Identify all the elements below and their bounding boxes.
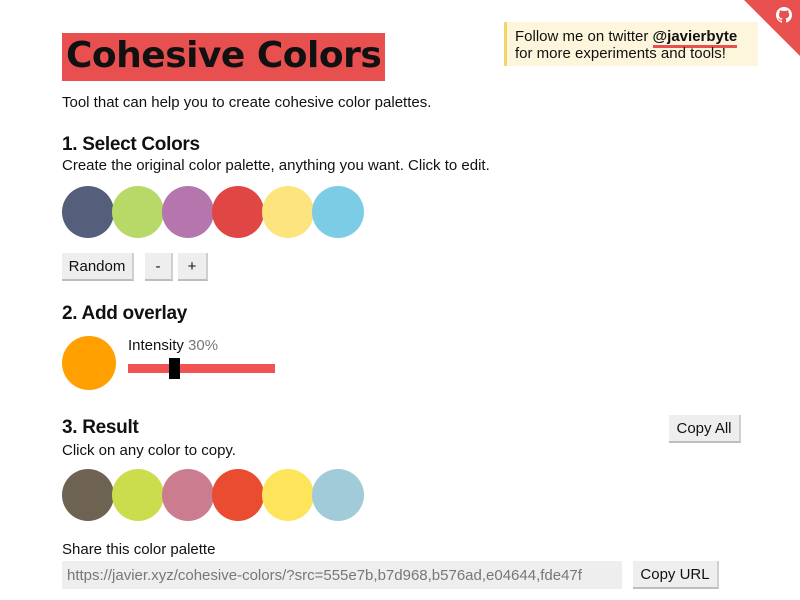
page-subtitle: Tool that can help you to create cohesiv… — [62, 94, 432, 111]
input-color-swatch-2[interactable] — [112, 186, 164, 238]
input-color-swatch-4[interactable] — [212, 186, 264, 238]
random-button[interactable]: Random — [62, 253, 134, 281]
intensity-label-text: Intensity — [128, 337, 184, 354]
input-color-swatch-1[interactable] — [62, 186, 114, 238]
result-color-swatch-4[interactable] — [212, 469, 264, 521]
copy-all-button[interactable]: Copy All — [669, 415, 741, 443]
overlay-color-swatch[interactable] — [62, 336, 116, 390]
input-color-swatch-6[interactable] — [312, 186, 364, 238]
github-icon — [776, 7, 792, 23]
title-wrap: Cohesive Colors — [62, 33, 386, 81]
copy-url-button[interactable]: Copy URL — [633, 561, 719, 589]
input-palette — [62, 186, 364, 238]
result-color-swatch-3[interactable] — [162, 469, 214, 521]
section-result-heading: 3. Result — [62, 417, 139, 438]
section-overlay-heading: 2. Add overlay — [62, 303, 187, 324]
result-color-swatch-1[interactable] — [62, 469, 114, 521]
twitter-callout: Follow me on twitter @javierbyte for mor… — [504, 22, 758, 66]
intensity-value: 30% — [188, 337, 219, 354]
intensity-slider-thumb[interactable] — [168, 358, 180, 379]
input-color-swatch-3[interactable] — [162, 186, 214, 238]
share-label: Share this color palette — [62, 541, 216, 558]
page-title: Cohesive Colors — [62, 33, 386, 81]
page: Cohesive Colors Follow me on twitter @ja… — [62, 0, 758, 600]
result-color-swatch-6[interactable] — [312, 469, 364, 521]
section-select-colors-heading: 1. Select Colors — [62, 134, 200, 155]
twitter-callout-prefix: Follow me on twitter — [515, 28, 653, 45]
result-color-swatch-5[interactable] — [262, 469, 314, 521]
result-palette — [62, 469, 364, 521]
twitter-callout-line2: for more experiments and tools! — [515, 45, 726, 62]
share-url-input[interactable] — [62, 561, 622, 589]
section-result-description: Click on any color to copy. — [62, 442, 236, 459]
add-color-button[interactable]: + — [178, 253, 208, 281]
remove-color-button[interactable]: - — [145, 253, 173, 281]
intensity-slider-track[interactable] — [128, 364, 275, 373]
intensity-label: Intensity 30% — [128, 337, 218, 354]
result-color-swatch-2[interactable] — [112, 469, 164, 521]
section-select-colors-description: Create the original color palette, anyth… — [62, 157, 490, 174]
input-color-swatch-5[interactable] — [262, 186, 314, 238]
